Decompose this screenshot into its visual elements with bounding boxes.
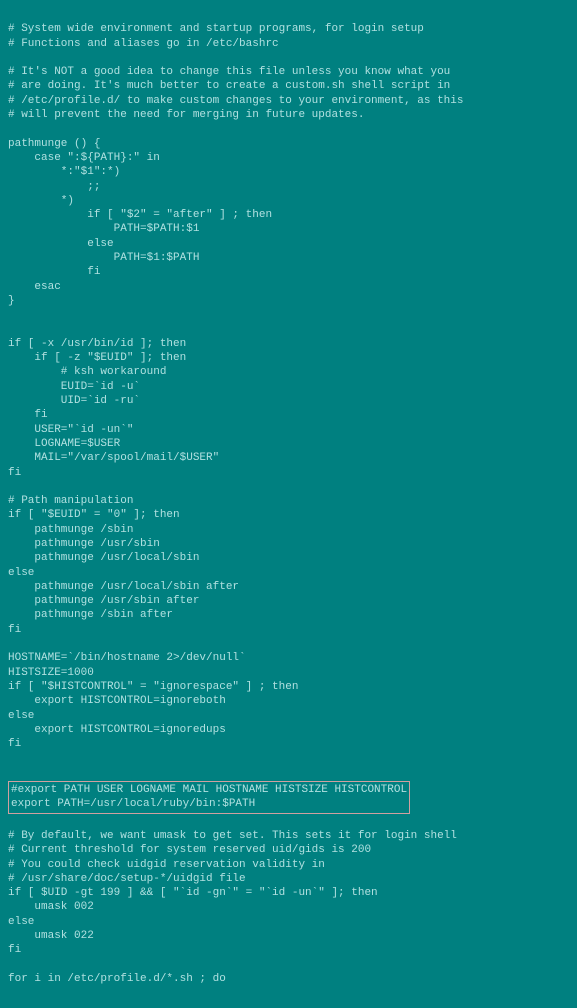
code-line: [8, 958, 569, 972]
code-line: [8, 480, 569, 494]
code-line: pathmunge /usr/sbin after: [8, 594, 569, 608]
code-line: EUID=`id -u`: [8, 380, 569, 394]
code-line: # are doing. It's much better to create …: [8, 79, 569, 93]
code-line: case ":${PATH}:" in: [8, 151, 569, 165]
code-line: export HISTCONTROL=ignoreboth: [8, 694, 569, 708]
code-line: HOSTNAME=`/bin/hostname 2>/dev/null`: [8, 651, 569, 665]
code-line: else: [8, 915, 569, 929]
code-line: if [ -x /usr/bin/id ]; then: [8, 337, 569, 351]
code-line: # Functions and aliases go in /etc/bashr…: [8, 37, 569, 51]
code-line: [8, 51, 569, 65]
code-line: pathmunge /usr/sbin: [8, 537, 569, 551]
code-line: fi: [8, 466, 569, 480]
code-line: # Path manipulation: [8, 494, 569, 508]
code-line: if [ "$2" = "after" ] ; then: [8, 208, 569, 222]
code-line: [8, 323, 569, 337]
code-line: UID=`id -ru`: [8, 394, 569, 408]
code-line: USER="`id -un`": [8, 423, 569, 437]
terminal-viewport[interactable]: # System wide environment and startup pr…: [0, 0, 577, 1008]
code-line: pathmunge /usr/local/sbin after: [8, 580, 569, 594]
code-line: # /usr/share/doc/setup-*/uidgid file: [8, 872, 569, 886]
code-line: [8, 815, 569, 829]
code-line: umask 002: [8, 900, 569, 914]
code-line: # Current threshold for system reserved …: [8, 843, 569, 857]
code-line: fi: [8, 265, 569, 279]
highlight-line-2: export PATH=/usr/local/ruby/bin:$PATH: [11, 797, 407, 811]
code-line: fi: [8, 943, 569, 957]
highlight-line-1: #export PATH USER LOGNAME MAIL HOSTNAME …: [11, 783, 407, 797]
code-line: pathmunge () {: [8, 137, 569, 151]
code-line: MAIL="/var/spool/mail/$USER": [8, 451, 569, 465]
code-line: if [ "$HISTCONTROL" = "ignorespace" ] ; …: [8, 680, 569, 694]
code-line: # will prevent the need for merging in f…: [8, 108, 569, 122]
code-line: if [ -z "$EUID" ]; then: [8, 351, 569, 365]
code-line: fi: [8, 737, 569, 751]
code-line: *): [8, 194, 569, 208]
code-line: pathmunge /usr/local/sbin: [8, 551, 569, 565]
code-line: # By default, we want umask to get set. …: [8, 829, 569, 843]
code-line: else: [8, 237, 569, 251]
code-line: PATH=$PATH:$1: [8, 222, 569, 236]
code-line: *:"$1":*): [8, 165, 569, 179]
code-line: # ksh workaround: [8, 365, 569, 379]
code-block-2: # By default, we want umask to get set. …: [8, 815, 569, 987]
highlighted-export-section: #export PATH USER LOGNAME MAIL HOSTNAME …: [8, 781, 410, 814]
code-line: else: [8, 709, 569, 723]
code-line: }: [8, 294, 569, 308]
code-line: PATH=$1:$PATH: [8, 251, 569, 265]
code-line: [8, 122, 569, 136]
code-line: # It's NOT a good idea to change this fi…: [8, 65, 569, 79]
code-line: [8, 637, 569, 651]
code-line: [8, 751, 569, 765]
code-line: # System wide environment and startup pr…: [8, 22, 569, 36]
code-line: # /etc/profile.d/ to make custom changes…: [8, 94, 569, 108]
code-line: if [ "$EUID" = "0" ]; then: [8, 508, 569, 522]
code-line: # You could check uidgid reservation val…: [8, 858, 569, 872]
code-block-1: # System wide environment and startup pr…: [8, 22, 569, 765]
code-line: for i in /etc/profile.d/*.sh ; do: [8, 972, 569, 986]
code-line: fi: [8, 623, 569, 637]
code-line: HISTSIZE=1000: [8, 666, 569, 680]
code-line: pathmunge /sbin: [8, 523, 569, 537]
code-line: umask 022: [8, 929, 569, 943]
code-line: export HISTCONTROL=ignoredups: [8, 723, 569, 737]
code-line: else: [8, 566, 569, 580]
code-line: fi: [8, 408, 569, 422]
code-line: esac: [8, 280, 569, 294]
code-line: pathmunge /sbin after: [8, 608, 569, 622]
code-line: if [ $UID -gt 199 ] && [ "`id -gn`" = "`…: [8, 886, 569, 900]
code-line: ;;: [8, 180, 569, 194]
code-line: LOGNAME=$USER: [8, 437, 569, 451]
code-line: [8, 308, 569, 322]
